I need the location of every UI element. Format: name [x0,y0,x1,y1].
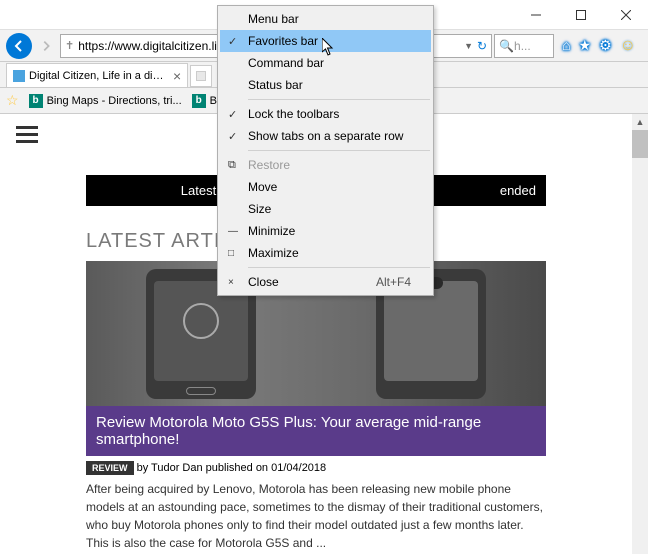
menu-label: Minimize [248,224,295,238]
menu-item-minimize[interactable]: — Minimize [220,220,431,242]
close-icon: × [228,277,234,288]
menu-label: Lock the toolbars [248,107,339,121]
scroll-thumb[interactable] [632,130,648,158]
minimize-icon: — [228,226,238,237]
minimize-button[interactable] [513,0,558,30]
menu-item-maximize[interactable]: □ Maximize [220,242,431,264]
check-icon: ✓ [228,130,237,143]
article-card: Review Motorola Moto G5S Plus: Your aver… [86,261,546,552]
toolbar-icons: ⌂ ★ ⚙ ☺ [556,37,642,55]
maximize-button[interactable] [558,0,603,30]
menu-separator [248,267,430,268]
favicon-icon: ✝ [65,39,74,52]
tab-favicon [13,70,25,82]
home-icon[interactable]: ⌂ [562,37,570,55]
vertical-scrollbar[interactable]: ▲ [632,114,648,554]
dropdown-icon[interactable]: ▼ [464,41,473,51]
search-icon: 🔍 [499,39,514,53]
menu-label: Favorites bar [248,34,318,48]
menu-item-favoritesbar[interactable]: ✓ Favorites bar [220,30,431,52]
menu-shortcut: Alt+F4 [376,275,411,289]
maximize-icon: □ [228,248,234,259]
tab-title: Digital Citizen, Life in a digi... [29,70,169,82]
menu-label: Status bar [248,78,303,92]
forward-button[interactable] [34,34,58,58]
article-meta: REVIEW by Tudor Dan published on 01/04/2… [86,456,546,480]
refresh-icon[interactable]: ↻ [477,39,487,53]
close-window-button[interactable] [603,0,648,30]
menu-item-commandbar[interactable]: Command bar [220,52,431,74]
feedback-icon[interactable]: ☺ [620,37,636,55]
bing-icon: b [192,94,206,108]
menu-item-close[interactable]: × Close Alt+F4 [220,271,431,293]
review-badge: REVIEW [86,461,134,475]
menu-label: Menu bar [248,12,299,26]
restore-icon: ⧉ [228,159,236,172]
check-icon: ✓ [228,108,237,121]
new-tab-button[interactable] [190,65,212,87]
tab-close-icon[interactable]: × [173,68,181,84]
favorite-item[interactable]: b Bing Maps - Directions, tri... [29,94,182,108]
favorites-icon[interactable]: ★ [579,37,592,55]
search-box[interactable]: 🔍 h... [494,34,554,58]
menu-item-restore: ⧉ Restore [220,154,431,176]
browser-tab[interactable]: Digital Citizen, Life in a digi... × [6,63,188,87]
bing-icon: b [29,94,43,108]
menu-label: Move [248,180,277,194]
menu-label: Size [248,202,271,216]
menu-label: Show tabs on a separate row [248,129,403,143]
menu-separator [248,99,430,100]
article-title[interactable]: Review Motorola Moto G5S Plus: Your aver… [86,406,546,456]
menu-label: Maximize [248,246,299,260]
menu-item-move[interactable]: Move [220,176,431,198]
menu-label: Restore [248,158,290,172]
menu-label: Close [248,275,279,289]
menu-item-tabs-separate-row[interactable]: ✓ Show tabs on a separate row [220,125,431,147]
menu-item-menubar[interactable]: Menu bar [220,8,431,30]
tools-icon[interactable]: ⚙ [599,37,612,55]
add-favorite-icon[interactable]: ☆ [6,92,19,109]
scroll-up-arrow[interactable]: ▲ [632,114,648,130]
context-menu: Menu bar ✓ Favorites bar Command bar Sta… [217,5,434,296]
menu-label: Command bar [248,56,324,70]
article-body: After being acquired by Lenovo, Motorola… [86,480,546,552]
menu-separator [248,150,430,151]
search-placeholder: h... [514,39,531,53]
menu-item-lock-toolbars[interactable]: ✓ Lock the toolbars [220,103,431,125]
back-button[interactable] [6,33,32,59]
favorite-label: Bing Maps - Directions, tri... [47,95,182,107]
article-byline: by Tudor Dan published on 01/04/2018 [134,462,327,474]
check-icon: ✓ [228,35,237,48]
menu-item-size[interactable]: Size [220,198,431,220]
menu-item-statusbar[interactable]: Status bar [220,74,431,96]
